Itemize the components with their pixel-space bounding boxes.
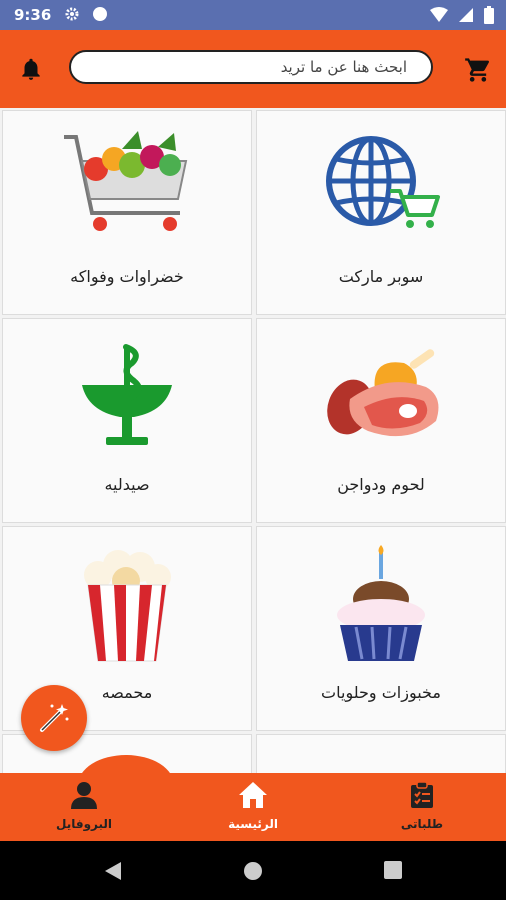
category-label: لحوم ودواجن: [337, 475, 425, 494]
settings-icon: [65, 7, 79, 21]
category-pharmacy[interactable]: صيدليه: [2, 318, 252, 523]
nav-home-label: الرئيسية: [228, 817, 278, 831]
category-label: سوبر ماركت: [338, 267, 424, 286]
bottom-nav: البروفايل الرئيسية طلباتى: [0, 773, 506, 841]
nav-profile-label: البروفايل: [55, 817, 113, 831]
category-supermarket[interactable]: سوبر ماركت: [256, 110, 506, 315]
home-icon: [239, 782, 267, 808]
category-cell-partial[interactable]: [256, 734, 506, 774]
nav-profile[interactable]: البروفايل: [24, 781, 144, 831]
nav-home[interactable]: الرئيسية: [193, 781, 313, 831]
status-bar: 9:36: [0, 0, 506, 30]
category-bakery[interactable]: مخبوزات وحلويات: [256, 526, 506, 731]
search-input[interactable]: [69, 50, 433, 84]
category-label: صيدليه: [104, 475, 150, 494]
category-vegetables[interactable]: خضراوات وفواكه: [2, 110, 252, 315]
category-label: مخبوزات وحلويات: [321, 683, 441, 702]
bell-icon[interactable]: [18, 56, 44, 82]
clipboard-icon: [411, 781, 433, 808]
battery-icon: [484, 6, 494, 24]
vegetable-cart-icon: [64, 131, 188, 231]
person-icon: [71, 782, 97, 809]
magic-wand-button[interactable]: [21, 685, 87, 751]
pharmacy-icon: [82, 344, 172, 445]
nav-orders[interactable]: طلباتى: [362, 781, 482, 831]
cupcake-icon: [337, 545, 425, 661]
popcorn-icon: [84, 550, 171, 662]
wifi-icon: [430, 7, 448, 22]
system-nav-bar: [0, 841, 506, 900]
category-meat[interactable]: لحوم ودواجن: [256, 318, 506, 523]
globe-cart-icon: [326, 136, 440, 228]
category-grid: سوبر ماركت خضراوات وفواكه لحوم ودواجن صي…: [0, 108, 506, 774]
app-header: [0, 30, 506, 108]
back-icon[interactable]: [104, 861, 122, 881]
status-time: 9:36: [14, 6, 52, 24]
nav-orders-label: طلباتى: [400, 817, 444, 831]
signal-icon: [459, 8, 473, 22]
recents-icon[interactable]: [384, 861, 402, 879]
cart-icon[interactable]: [464, 56, 492, 84]
home-circle-icon[interactable]: [243, 861, 263, 881]
meat-icon: [327, 349, 439, 437]
category-label: خضراوات وفواكه: [70, 267, 184, 286]
circle-status-icon: [93, 7, 107, 21]
magic-wand-icon: [40, 704, 69, 732]
